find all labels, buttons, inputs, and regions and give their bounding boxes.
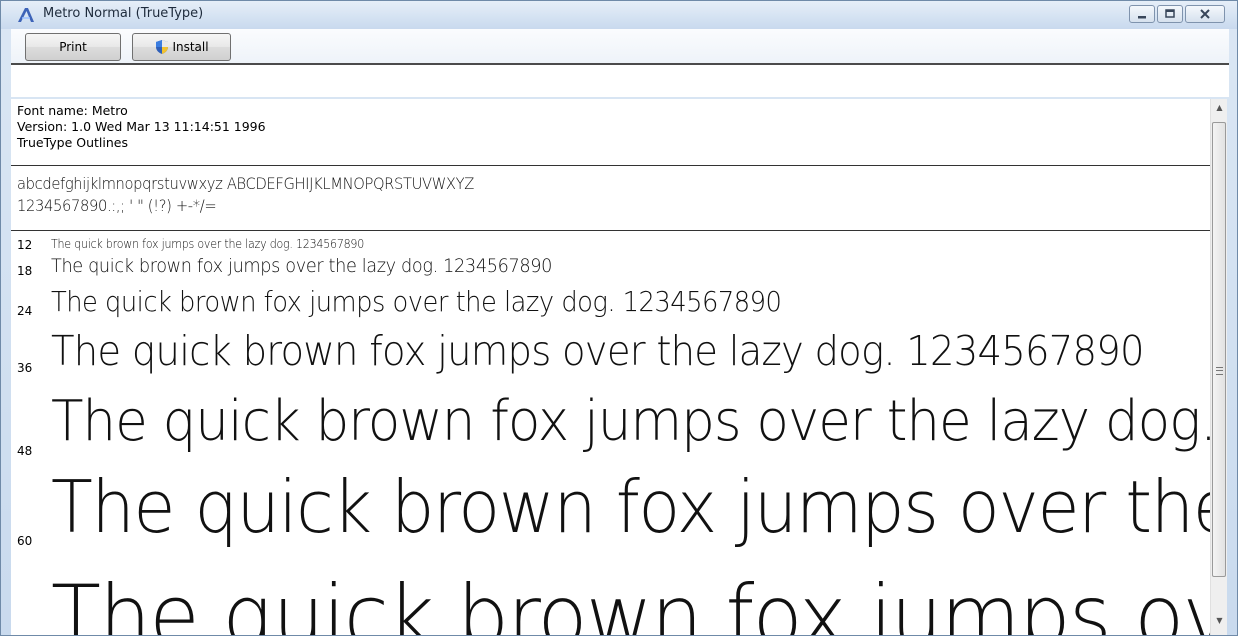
print-button-label: Print (59, 40, 87, 54)
sample-size-label: 60 (17, 534, 33, 548)
info-divider (11, 165, 1210, 166)
title-bar[interactable]: Metro Normal (TrueType) (1, 1, 1237, 29)
minimize-button[interactable] (1129, 5, 1155, 23)
close-icon (1186, 6, 1224, 22)
uac-shield-icon (156, 40, 169, 54)
charset-divider (11, 230, 1210, 231)
font-name-line: Font name: Metro (17, 103, 128, 118)
sample-text: The quick brown fox jumps over the lazy … (51, 465, 1210, 549)
sample-text: The quick brown fox jumps over the lazy … (51, 255, 553, 277)
close-button[interactable] (1185, 5, 1225, 23)
scroll-up-arrow-icon[interactable]: ▲ (1211, 99, 1228, 116)
scroll-down-arrow-icon[interactable]: ▼ (1211, 612, 1228, 629)
toolbar: Print Install (11, 29, 1229, 97)
caption-buttons (1127, 5, 1225, 23)
scrollbar-grip-icon (1216, 367, 1223, 375)
sample-text: The quick brown fox jumps over the lazy … (51, 237, 365, 251)
font-viewer-icon (18, 8, 34, 22)
font-version-line: Version: 1.0 Wed Mar 13 11:14:51 1996 (17, 119, 266, 134)
install-button-label: Install (172, 40, 209, 54)
minimize-icon (1130, 6, 1154, 22)
font-info-block: Font name: Metro Version: 1.0 Wed Mar 13… (17, 103, 266, 151)
sample-size-label: 36 (17, 361, 33, 375)
sample-text: The quick brown fox jumps over the lazy … (51, 389, 1210, 454)
sample-text: The quick brown fox jumps over the lazy … (51, 327, 1145, 375)
charset-letters: abcdefghijklmnopqrstuvwxyz ABCDEFGHIJKLM… (17, 174, 474, 193)
charset-digits-symbols: 1234567890.:,; ' " (!?) +-*/= (17, 196, 217, 215)
window-title: Metro Normal (TrueType) (43, 6, 204, 21)
character-set-block: abcdefghijklmnopqrstuvwxyz ABCDEFGHIJKLM… (17, 173, 474, 217)
scrollbar-thumb[interactable] (1212, 122, 1226, 577)
install-button[interactable]: Install (132, 33, 231, 61)
sample-text: The quick brown fox jumps over the lazy … (51, 285, 782, 318)
sample-size-label: 48 (17, 444, 33, 458)
vertical-scrollbar[interactable]: ▲ ▼ (1210, 99, 1228, 635)
maximize-button[interactable] (1157, 5, 1183, 23)
sample-text: The quick brown fox jumps over the lazy … (51, 567, 1210, 636)
sample-size-label: 12 (17, 238, 33, 252)
print-button[interactable]: Print (25, 33, 121, 61)
font-preview-area: Font name: Metro Version: 1.0 Wed Mar 13… (11, 99, 1210, 636)
maximize-icon (1158, 6, 1182, 22)
toolbar-strip: Print Install (11, 29, 1229, 65)
sample-size-label: 24 (17, 304, 33, 318)
font-outline-line: TrueType Outlines (17, 135, 128, 150)
font-viewer-window: Metro Normal (TrueType) Print Install Fo… (0, 0, 1238, 636)
sample-size-label: 18 (17, 264, 33, 278)
